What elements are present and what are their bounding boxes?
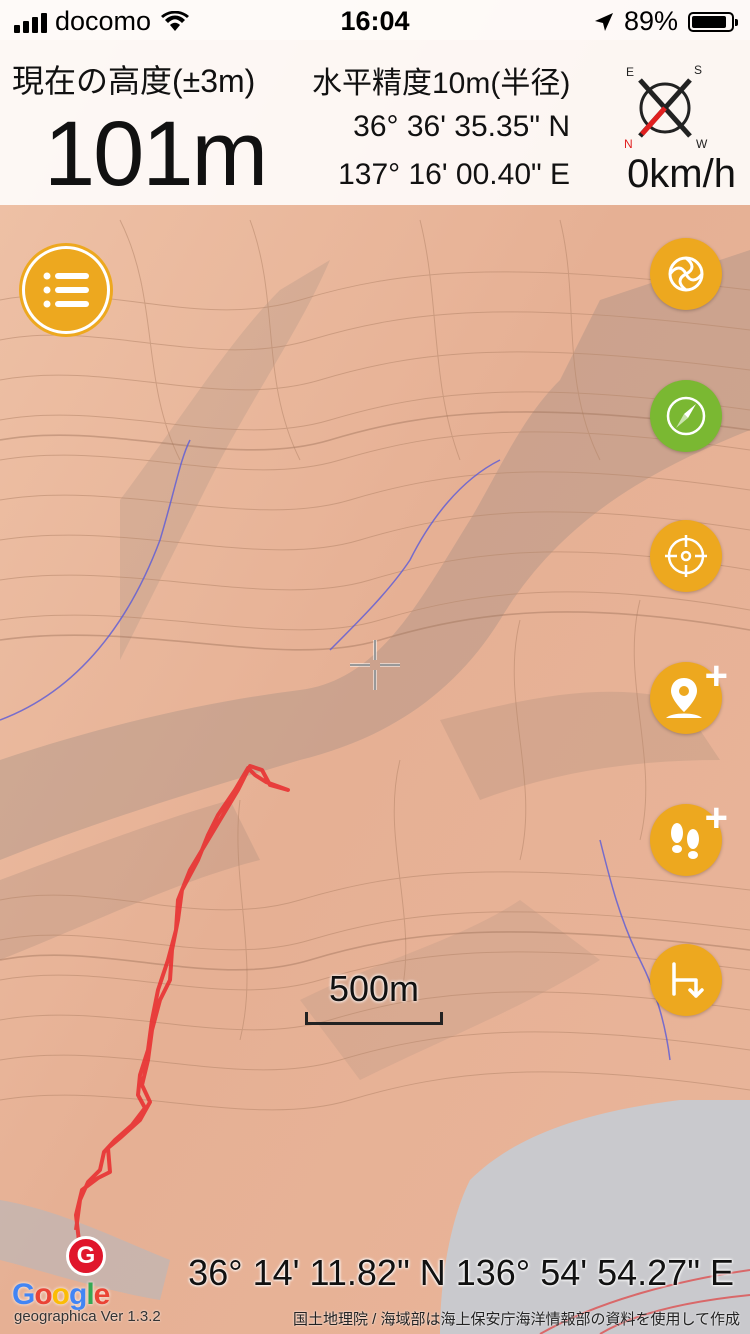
latitude-value: 36° 36' 35.35" N bbox=[353, 110, 570, 143]
compass-letter-n: N bbox=[624, 137, 633, 150]
compass-icon[interactable]: E S W N bbox=[620, 60, 710, 150]
footsteps-plus-icon bbox=[671, 823, 699, 859]
target-icon bbox=[665, 535, 707, 577]
google-logo: Google bbox=[12, 1278, 110, 1311]
plus-icon: + bbox=[704, 654, 728, 698]
cursor-coordinates: 36° 14' 11.82" N 136° 54' 54.27" E bbox=[188, 1252, 734, 1293]
compass-letter-s: S bbox=[694, 63, 702, 77]
center-location-button[interactable] bbox=[650, 520, 722, 592]
altitude-value: 101m bbox=[44, 103, 268, 205]
compass-letter-w: W bbox=[696, 137, 708, 150]
return-arrow-icon bbox=[672, 962, 704, 998]
location-arrow-icon bbox=[594, 12, 613, 31]
plus-icon: + bbox=[704, 796, 728, 840]
pin-plus-icon bbox=[666, 678, 702, 718]
return-button[interactable] bbox=[650, 944, 722, 1016]
longitude-value: 137° 16' 00.40" E bbox=[338, 158, 570, 191]
scale-bar bbox=[305, 1012, 443, 1025]
add-waypoint-button[interactable]: + bbox=[650, 656, 728, 734]
horizontal-accuracy: 水平精度10m(半径) bbox=[312, 67, 571, 100]
crosshair-icon bbox=[350, 640, 400, 690]
menu-button[interactable] bbox=[22, 246, 110, 334]
battery-fill bbox=[692, 15, 726, 28]
battery-percent: 89% bbox=[623, 6, 678, 36]
map-scale: 500m bbox=[305, 968, 443, 1025]
map-mode-button[interactable] bbox=[650, 238, 722, 310]
app-version: geographica Ver 1.3.2 bbox=[14, 1308, 161, 1325]
heading-button[interactable] bbox=[650, 380, 722, 452]
add-track-button[interactable]: + bbox=[650, 798, 728, 876]
map-attribution: 国土地理院 / 海域部は海上保安庁海洋情報部の資料を使用して作成 bbox=[292, 1311, 740, 1328]
battery-icon bbox=[688, 11, 738, 32]
scale-label: 500m bbox=[328, 968, 420, 1009]
spiral-icon bbox=[668, 256, 704, 292]
compass-letter-e: E bbox=[626, 65, 634, 79]
track-start-marker[interactable]: G bbox=[66, 1236, 106, 1276]
menu-list-icon bbox=[43, 272, 89, 308]
speed-value: 0km/h bbox=[627, 152, 736, 196]
compass-needle-icon bbox=[666, 396, 706, 436]
status-bar: docomo 16:04 89% bbox=[0, 0, 750, 40]
position-info-panel: 現在の高度(±3m) 101m 水平精度10m(半径) 36° 36' 35.3… bbox=[0, 40, 750, 205]
altitude-label: 現在の高度(±3m) bbox=[12, 63, 256, 99]
